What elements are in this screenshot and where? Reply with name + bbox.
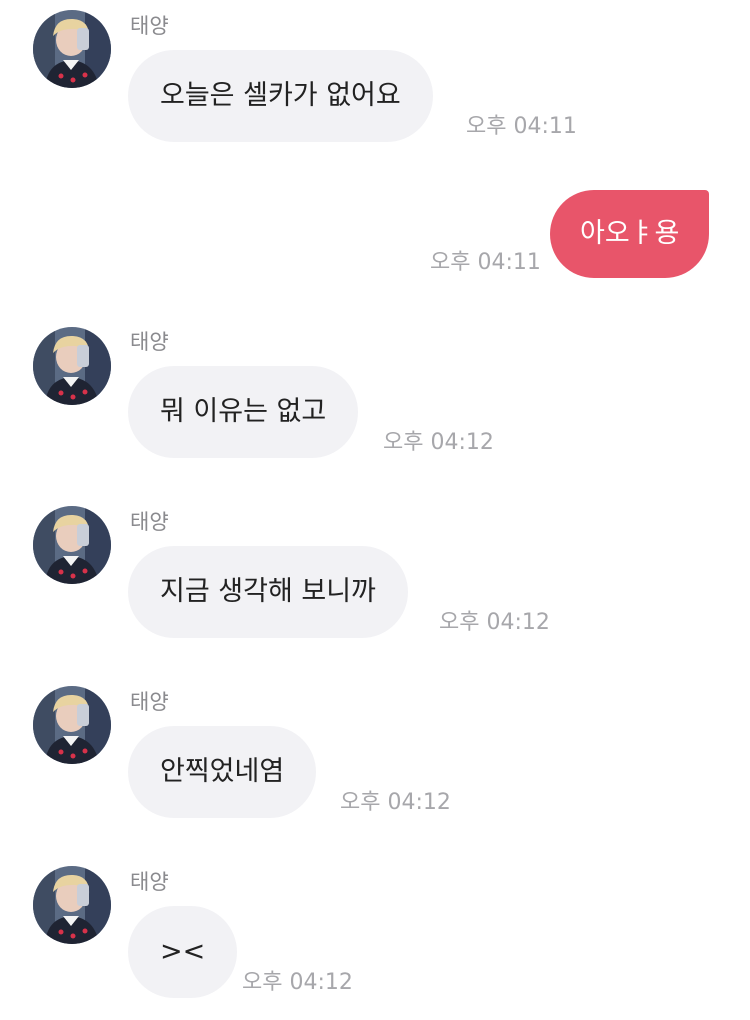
profile-photo-icon	[33, 866, 111, 944]
avatar[interactable]	[33, 506, 111, 584]
chat-thread: 태양 오늘은 셀카가 없어요 오후 04:11 오후 04:11 아오ㅑ용 태양…	[0, 0, 750, 1020]
message-bubble[interactable]: ><	[128, 906, 238, 998]
profile-photo-icon	[33, 10, 111, 88]
sender-name: 태양	[130, 870, 169, 894]
message-bubble[interactable]: 오늘은 셀카가 없어요	[128, 50, 433, 142]
message-timestamp: 오후 04:12	[340, 790, 451, 815]
profile-photo-icon	[33, 506, 111, 584]
avatar[interactable]	[33, 686, 111, 764]
profile-photo-icon	[33, 686, 111, 764]
message-timestamp: 오후 04:12	[242, 970, 353, 995]
message-bubble[interactable]: 뭐 이유는 없고	[128, 366, 359, 458]
message-bubble[interactable]: 안찍었네염	[128, 726, 317, 818]
profile-photo-icon	[33, 327, 111, 405]
message-timestamp: 오후 04:12	[439, 610, 550, 635]
message-bubble[interactable]: 지금 생각해 보니까	[128, 546, 408, 638]
sender-name: 태양	[130, 690, 169, 714]
avatar[interactable]	[33, 327, 111, 405]
sender-name: 태양	[130, 330, 169, 354]
message-timestamp: 오후 04:12	[383, 430, 494, 455]
message-bubble[interactable]: 아오ㅑ용	[550, 190, 710, 278]
avatar[interactable]	[33, 866, 111, 944]
message-timestamp: 오후 04:11	[430, 250, 541, 275]
sender-name: 태양	[130, 14, 169, 38]
message-timestamp: 오후 04:11	[466, 114, 577, 139]
avatar[interactable]	[33, 10, 111, 88]
sender-name: 태양	[130, 510, 169, 534]
